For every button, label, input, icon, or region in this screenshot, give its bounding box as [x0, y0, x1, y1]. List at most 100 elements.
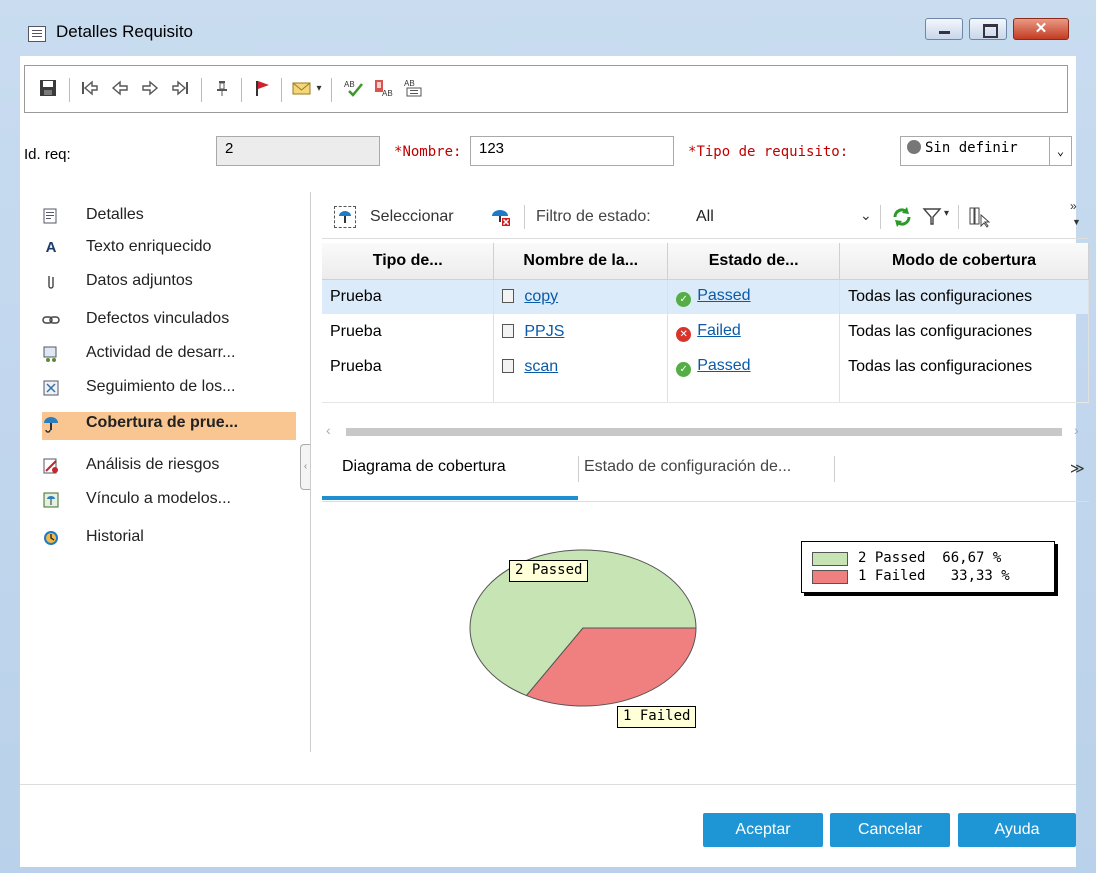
chevron-down-icon[interactable]: ▾ [313, 78, 325, 100]
expand-tabs-icon[interactable]: ≫ [1070, 460, 1085, 477]
status-link[interactable]: Failed [697, 322, 741, 339]
undefined-type-icon [907, 140, 921, 154]
legend-swatch-passed [812, 552, 848, 566]
cell-coverage-mode: Todas las configuraciones [839, 279, 1089, 314]
sidebar-item-label: Detalles [86, 206, 144, 223]
chevron-down-icon[interactable]: ▾ [944, 208, 949, 219]
last-record-icon[interactable] [169, 78, 191, 100]
status-filter-value[interactable]: All [696, 208, 714, 226]
more-tools-icon[interactable]: » [1070, 199, 1077, 213]
test-document-icon [502, 288, 515, 303]
sidebar-item-label: Vínculo a modelos... [86, 490, 231, 507]
details-icon [42, 207, 60, 225]
table-row[interactable]: Prueba PPJS ✕ Failed Todas las configurac… [322, 314, 1089, 349]
table-row[interactable]: Prueba copy ✓ Passed Todas las configurac… [322, 279, 1089, 314]
test-link[interactable]: PPJS [524, 323, 564, 340]
requirement-details-icon [28, 26, 46, 42]
test-document-icon [502, 323, 515, 338]
collapse-sidebar-handle[interactable]: ‹ [300, 444, 310, 490]
toolbar-separator [880, 205, 881, 229]
previous-record-icon[interactable] [109, 78, 131, 100]
title-bar[interactable]: Detalles Requisito ✕ [0, 0, 1096, 56]
tab-configuration-status[interactable]: Estado de configuración de... [584, 458, 791, 476]
sidebar-item-linked-defects[interactable]: Defectos vinculados [42, 308, 296, 336]
maximize-button[interactable] [969, 18, 1007, 40]
sidebar-item-traceability[interactable]: Seguimiento de los... [42, 376, 296, 404]
passed-status-icon: ✓ [676, 361, 692, 377]
close-icon: ✕ [1034, 20, 1048, 37]
svg-text:AB: AB [404, 79, 415, 88]
sidebar-item-label: Cobertura de prue... [86, 414, 239, 431]
sidebar-item-label: Historial [86, 528, 144, 545]
chevron-down-icon[interactable]: ⌄ [1049, 137, 1071, 165]
select-button[interactable]: Seleccionar [370, 208, 454, 226]
scroll-right-icon[interactable]: › [1074, 422, 1079, 438]
remove-coverage-icon[interactable] [490, 206, 512, 228]
accept-button[interactable]: Aceptar [703, 813, 823, 847]
sidebar-item-label: Defectos vinculados [86, 310, 230, 327]
select-columns-icon[interactable] [968, 205, 991, 229]
sidebar-item-model-link[interactable]: Vínculo a modelos... [42, 488, 296, 516]
chevron-down-icon[interactable]: ⌄ [860, 207, 872, 224]
sidebar-item-risk-analysis[interactable]: Análisis de riesgos [42, 454, 296, 482]
cell-name: scan [493, 349, 669, 384]
column-header-name[interactable]: Nombre de la... [493, 243, 669, 280]
status-link[interactable]: Passed [697, 357, 750, 374]
refresh-icon[interactable] [890, 205, 914, 229]
cell-coverage-mode: Todas las configuraciones [839, 349, 1089, 384]
save-icon[interactable] [37, 78, 59, 100]
pin-icon[interactable] [211, 78, 233, 100]
panel-divider [310, 192, 311, 752]
name-label-text: Nombre: [402, 144, 462, 160]
close-button[interactable]: ✕ [1013, 18, 1069, 40]
filter-icon[interactable] [922, 206, 942, 228]
test-link[interactable]: scan [524, 358, 558, 375]
name-field[interactable]: 123 [470, 136, 674, 166]
requirement-type-select[interactable]: Sin definir ⌄ [900, 136, 1072, 166]
next-record-icon[interactable] [139, 78, 161, 100]
dev-activity-icon [42, 345, 60, 363]
status-link[interactable]: Passed [697, 287, 750, 304]
sidebar-item-attachments[interactable]: Datos adjuntos [42, 270, 296, 298]
requirement-type-label-text: Tipo de requisito: [696, 144, 849, 160]
sidebar-item-label: Datos adjuntos [86, 272, 193, 289]
test-link[interactable]: copy [524, 288, 558, 305]
pie-label-passed: 2 Passed [509, 560, 589, 582]
sidebar-item-history[interactable]: Historial [42, 526, 296, 554]
legend-item-failed: 1 Failed 33,33 % [812, 568, 1052, 586]
toolbar-separator [201, 78, 202, 102]
sidebar-item-details[interactable]: Detalles [42, 204, 296, 232]
cell-status: ✕ Failed [667, 314, 841, 349]
first-record-icon[interactable] [79, 78, 101, 100]
thesaurus-icon[interactable]: AB [373, 78, 395, 100]
select-tests-icon[interactable] [334, 206, 356, 228]
sidebar-item-rich-text[interactable]: A Texto enriquecido [42, 236, 296, 264]
help-button[interactable]: Ayuda [958, 813, 1076, 847]
spell-check-icon[interactable]: AB [343, 78, 365, 100]
toolbar-separator [524, 205, 525, 229]
cancel-button[interactable]: Cancelar [830, 813, 950, 847]
flag-icon[interactable] [251, 78, 273, 100]
mail-icon[interactable] [291, 78, 313, 100]
sidebar-item-dev-activity[interactable]: Actividad de desarr... [42, 342, 296, 370]
dialog-body: ▾ AB AB AB Id. req: 2 *Nombre: 123 *Tipo… [20, 56, 1089, 867]
column-header-coverage-mode[interactable]: Modo de cobertura [839, 243, 1089, 280]
rich-text-icon: A [45, 239, 57, 256]
requirement-type-value: Sin definir [925, 140, 1018, 156]
risk-analysis-icon [42, 457, 60, 475]
sidebar-item-test-coverage[interactable]: Cobertura de prue... [42, 412, 296, 440]
table-row[interactable]: Prueba scan ✓ Passed Todas las configurac… [322, 349, 1089, 384]
horizontal-scrollbar[interactable]: ‹ › [322, 422, 1089, 440]
model-link-icon [42, 491, 60, 509]
column-header-status[interactable]: Estado de... [667, 243, 841, 280]
scrollbar-thumb[interactable] [346, 428, 1062, 436]
cell-status: ✓ Passed [667, 279, 841, 314]
spelling-options-icon[interactable]: AB [403, 78, 425, 100]
scroll-left-icon[interactable]: ‹ [326, 422, 331, 438]
column-header-type[interactable]: Tipo de... [322, 243, 495, 280]
cell-name: PPJS [493, 314, 669, 349]
legend-text-failed: 1 Failed 33,33 % [858, 568, 1010, 584]
chevron-down-icon[interactable]: ▼ [1072, 217, 1081, 227]
minimize-button[interactable] [925, 18, 963, 40]
tab-coverage-diagram[interactable]: Diagrama de cobertura [342, 458, 506, 476]
